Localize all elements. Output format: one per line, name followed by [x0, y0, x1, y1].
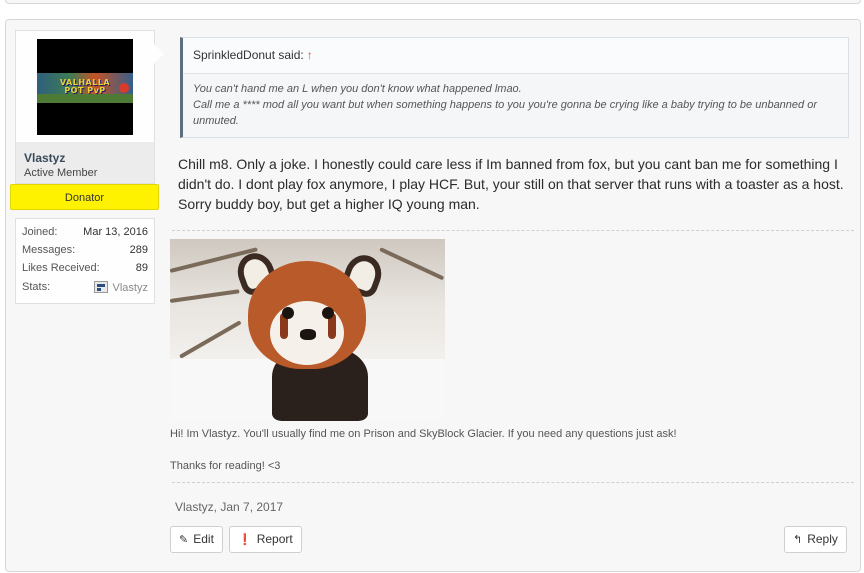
user-stats: Joined: Mar 13, 2016 Messages: 289 Likes…	[15, 218, 155, 304]
stats-link-label: Vlastyz	[112, 282, 148, 294]
user-avatar-card: VALHALLA POT PvP	[15, 30, 155, 142]
quote-author-label: SprinkledDonut said:	[193, 48, 304, 62]
stat-stats: Stats: Vlastyz	[22, 281, 148, 297]
photo-panda-eye	[282, 307, 294, 319]
stat-value: 89	[135, 262, 148, 274]
stat-label: Joined:	[22, 226, 58, 238]
quote-block: SprinkledDonut said: ↑ You can't hand me …	[180, 37, 849, 138]
red-panda-photo	[170, 239, 445, 421]
forum-post: VALHALLA POT PvP Vlastyz Active Member D…	[5, 19, 861, 572]
stat-joined: Joined: Mar 13, 2016	[22, 226, 148, 242]
stat-value[interactable]: 289	[130, 244, 148, 256]
photo-branch	[379, 247, 445, 281]
avatar-hill	[37, 94, 133, 103]
stats-card-icon	[93, 281, 108, 293]
quote-line: You can't hand me an L when you don't kn…	[193, 83, 522, 95]
avatar-logo-mark	[119, 83, 129, 93]
edit-label: Edit	[193, 532, 214, 546]
donator-banner: Donator	[10, 184, 159, 210]
post-meta[interactable]: Vlastyz, Jan 7, 2017	[175, 500, 283, 514]
quote-body: You can't hand me an L when you don't kn…	[193, 81, 833, 129]
report-label: Report	[256, 532, 293, 546]
pencil-icon: ✎	[179, 534, 189, 546]
user-info: Vlastyz Active Member	[15, 142, 155, 184]
signature-line: Hi! Im Vlastyz. You'll usually find me o…	[170, 428, 677, 440]
message-text: Chill m8. Only a joke. I honestly could …	[178, 156, 844, 212]
stat-likes: Likes Received: 89	[22, 262, 148, 278]
photo-branch	[179, 320, 242, 359]
quote-line: Call me a **** mod all you want but when…	[193, 99, 817, 127]
photo-panda-eye	[322, 307, 334, 319]
stat-label: Messages:	[22, 244, 76, 256]
stats-link[interactable]: Vlastyz	[93, 281, 148, 294]
reply-label: Reply	[807, 532, 838, 546]
meta-divider	[172, 482, 854, 483]
photo-branch	[170, 289, 240, 303]
signature-divider	[172, 230, 854, 231]
stat-messages: Messages: 289	[22, 244, 148, 260]
avatar[interactable]: VALHALLA POT PvP	[37, 39, 133, 135]
photo-panda-nose	[300, 329, 316, 340]
username-link[interactable]: Vlastyz	[24, 151, 65, 165]
stat-value: Mar 13, 2016	[83, 226, 148, 238]
reply-button[interactable]: ↰ Reply	[784, 526, 847, 553]
stat-label: Likes Received:	[22, 262, 100, 274]
quote-header: SprinkledDonut said: ↑	[183, 38, 848, 74]
stat-label: Stats:	[22, 281, 51, 293]
signature-line: Thanks for reading! <3	[170, 460, 281, 472]
avatar-logo-text: VALHALLA POT PvP	[59, 78, 111, 95]
quote-author[interactable]: SprinkledDonut said: ↑	[193, 48, 313, 62]
up-arrow-icon[interactable]: ↑	[307, 48, 313, 62]
reply-icon: ↰	[793, 534, 803, 546]
user-card-pointer	[154, 44, 164, 64]
edit-button[interactable]: ✎ Edit	[170, 526, 223, 553]
user-title: Active Member	[24, 167, 98, 179]
alert-icon: ❗	[238, 534, 252, 546]
previous-post-edge	[5, 0, 861, 4]
report-button[interactable]: ❗ Report	[229, 526, 302, 553]
